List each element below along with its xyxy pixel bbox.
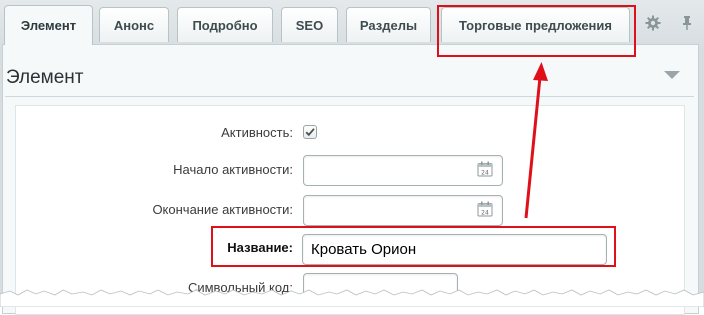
tab-announcement[interactable]: Анонс <box>99 7 169 42</box>
pin-icon[interactable] <box>679 15 695 31</box>
end-date-input[interactable] <box>303 195 503 226</box>
active-label: Активность: <box>221 125 293 140</box>
torn-edge <box>0 289 704 307</box>
calendar-icon[interactable]: 24 <box>477 201 493 217</box>
tab-trade-offers[interactable]: Торговые предложения <box>441 7 630 42</box>
section-divider <box>5 96 694 97</box>
tab-label: Подробно <box>192 17 258 33</box>
tab-details[interactable]: Подробно <box>177 7 273 42</box>
gear-icon[interactable] <box>645 15 661 31</box>
arrow-annotation <box>524 62 548 219</box>
name-label: Название: <box>227 240 293 255</box>
active-checkbox[interactable] <box>303 125 317 139</box>
tab-seo[interactable]: SEO <box>281 7 338 42</box>
end-date-label: Окончание активности: <box>152 202 293 217</box>
name-input[interactable] <box>302 234 607 265</box>
triangle-down-icon[interactable] <box>664 71 680 79</box>
tab-element[interactable]: Элемент <box>4 5 93 45</box>
tab-label: Разделы <box>359 17 418 33</box>
tab-label: Анонс <box>113 17 155 33</box>
start-date-input[interactable] <box>303 155 503 186</box>
section-title: Элемент <box>6 67 84 88</box>
calendar-icon[interactable]: 24 <box>477 161 493 177</box>
svg-text:24: 24 <box>481 170 489 177</box>
tab-label: Элемент <box>20 18 77 33</box>
checkmark-icon <box>305 128 315 137</box>
start-date-label: Начало активности: <box>173 162 293 177</box>
svg-text:24: 24 <box>481 210 489 217</box>
tab-label: Торговые предложения <box>459 17 612 33</box>
tab-sections[interactable]: Разделы <box>346 7 431 42</box>
tab-label: SEO <box>295 17 324 33</box>
